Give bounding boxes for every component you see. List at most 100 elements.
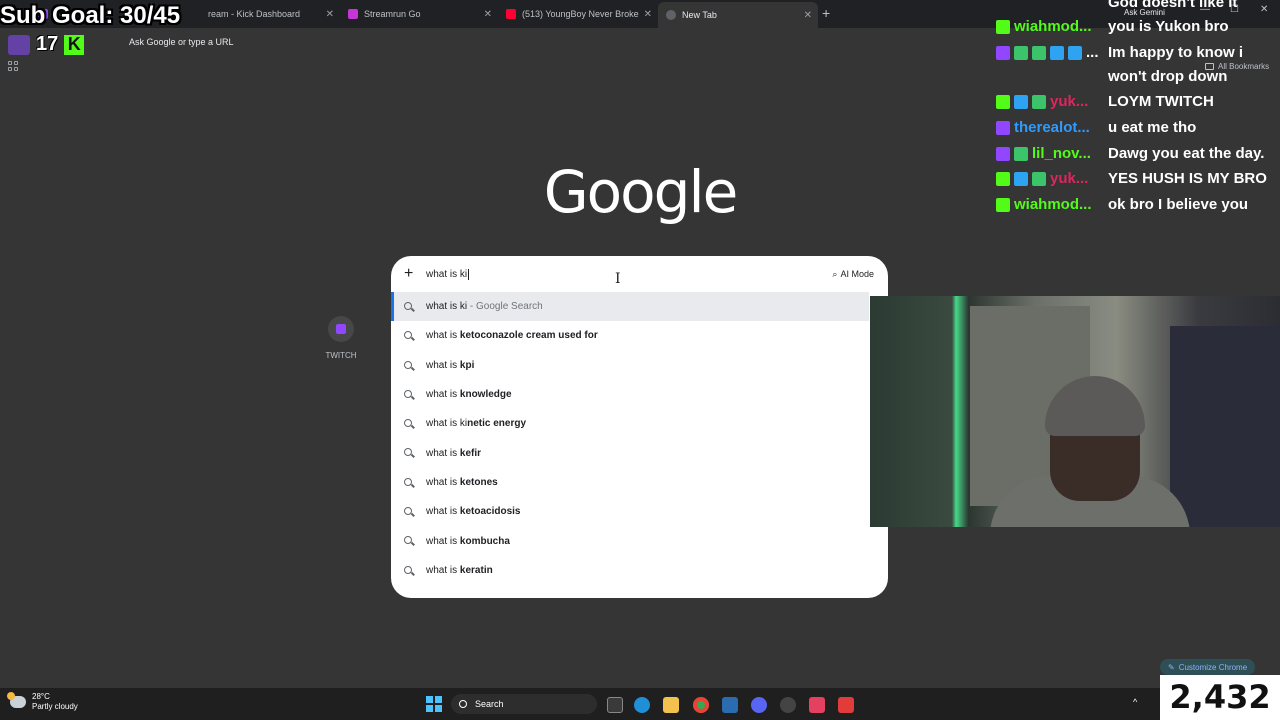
suggestion-item[interactable]: what is knowledge [391, 380, 888, 409]
chrome-icon [666, 10, 676, 20]
kick-badge-icon [996, 94, 1010, 109]
search-icon [404, 507, 412, 516]
twitch-badge-icon [996, 45, 1010, 60]
close-icon[interactable]: ✕ [484, 9, 492, 20]
tiktok-icon[interactable] [809, 697, 825, 713]
chat-line: yuk... [996, 93, 1096, 110]
emote-badge-icon [1068, 45, 1082, 60]
obs-icon[interactable] [722, 697, 738, 713]
emote-badge-icon [1014, 45, 1028, 60]
twitch-icon [328, 316, 354, 342]
chat-username: therealot... [1014, 119, 1090, 136]
streamrun-icon [348, 9, 358, 19]
tray-overflow-icon[interactable]: ^ [1133, 697, 1137, 707]
suggestion-item[interactable]: what is ketoconazole cream used for [391, 321, 888, 350]
search-icon [404, 331, 412, 340]
viewer-count: 2,432 [1160, 675, 1280, 720]
chat-username: wiahmod... [1014, 196, 1092, 213]
chat-message: ok bro I believe you [1108, 196, 1249, 213]
suggestion-item[interactable]: what is kpi [391, 351, 888, 380]
weather-temp: 28°C [32, 692, 50, 701]
taskbar-search[interactable]: Search [451, 694, 597, 714]
text-cursor-icon: I [615, 271, 621, 287]
chat-line: yuk... [996, 170, 1096, 187]
suggestion-item[interactable]: what is kombucha [391, 526, 888, 555]
customize-chrome-button[interactable]: ✎ Customize Chrome [1160, 659, 1256, 675]
chat-username: wiahmod... [1014, 18, 1092, 35]
ai-mode-button[interactable]: ⌕ AI Mode [826, 265, 880, 283]
sub-goal-overlay: Sub Goal: 30/45 [0, 2, 181, 29]
partly-cloudy-icon [7, 692, 26, 708]
close-icon[interactable]: ✕ [804, 10, 812, 21]
chat-line: therealot... [996, 119, 1098, 136]
tab-streamrun[interactable]: Streamrun Go ✕ [340, 4, 498, 24]
chat-message: won't drop down [1108, 68, 1228, 85]
apps-grid-icon[interactable] [8, 61, 18, 71]
twitch-badge-icon [996, 120, 1010, 135]
chat-username: ... [1086, 44, 1099, 61]
shortcut-label: TWITCH [325, 351, 357, 360]
webcam-feed [870, 296, 1280, 527]
youtube-icon [506, 9, 516, 19]
tab-kick-dashboard[interactable]: ream - Kick Dashboard ✕ [200, 4, 340, 24]
counter-value: 17 [36, 33, 59, 55]
edge-icon[interactable] [634, 697, 650, 713]
search-panel: + what is ki ⌕ AI Mode what is ki - Goog… [391, 256, 888, 598]
chat-username: lil_nov... [1032, 145, 1091, 162]
emote-badge-icon [1032, 94, 1046, 109]
emote-badge-icon [1014, 94, 1028, 109]
chat-message: YES HUSH IS MY BRO [1108, 170, 1267, 187]
windows-start-icon[interactable] [426, 696, 442, 712]
suggestion-item[interactable]: what is ketoacidosis [391, 497, 888, 526]
chat-message: Dawg you eat the day. [1108, 145, 1265, 162]
search-input[interactable]: what is ki [426, 269, 470, 280]
suggestion-item[interactable]: what is keratin [391, 556, 888, 585]
suggestion-item[interactable]: what is ketones [391, 468, 888, 497]
chat-line: wiahmod... [996, 18, 1100, 35]
search-icon [404, 302, 412, 310]
ai-search-icon: ⌕ [832, 268, 838, 279]
weather-desc: Partly cloudy [32, 702, 78, 711]
search-icon [404, 360, 412, 369]
weather-widget[interactable]: 28°C Partly cloudy [7, 692, 78, 712]
search-icon [404, 477, 412, 486]
window-close-button[interactable]: ✕ [1260, 4, 1268, 15]
chat-line: lil_nov... [996, 145, 1099, 162]
close-icon[interactable]: ✕ [326, 9, 334, 20]
suggestion-item[interactable]: what is ki - Google Search [391, 292, 869, 322]
discord-icon[interactable] [751, 697, 767, 713]
chrome-icon[interactable] [693, 697, 709, 713]
search-icon [459, 700, 467, 708]
chat-username: yuk... [1050, 170, 1089, 187]
file-explorer-icon[interactable] [663, 697, 679, 713]
suggestion-item[interactable]: what is kefir [391, 438, 888, 467]
overlay-counters: 17 K [8, 33, 85, 56]
sprout-badge-icon [1014, 146, 1028, 161]
search-icon [404, 536, 412, 545]
ask-gemini-button[interactable]: Ask Gemini [1124, 8, 1165, 17]
kick-badge-icon [996, 197, 1010, 212]
google-logo: Google [543, 158, 739, 226]
search-icon [404, 565, 412, 574]
omnibox[interactable]: Ask Google or type a URL [129, 37, 234, 47]
kick-icon: K [64, 34, 85, 55]
tab-youtube[interactable]: (513) YoungBoy Never Broke ✕ [498, 4, 658, 24]
streamlabs-icon[interactable] [838, 697, 854, 713]
suggestion-item[interactable]: what is kinetic energy [391, 409, 888, 438]
shortcut-twitch[interactable]: TWITCH [318, 316, 364, 360]
search-icon [404, 389, 412, 398]
kick-badge-icon [996, 19, 1010, 34]
search-box[interactable]: + what is ki ⌕ AI Mode [391, 256, 888, 292]
chat-message: u eat me tho [1108, 119, 1197, 136]
search-icon [404, 448, 412, 457]
chat-message: Im happy to know i [1108, 44, 1244, 61]
new-tab-button[interactable]: + [822, 5, 830, 21]
tab-new-tab[interactable]: New Tab ✕ [658, 2, 818, 28]
emote-badge-icon [1032, 171, 1046, 186]
emote-badge-icon [1014, 171, 1028, 186]
settings-icon[interactable] [780, 697, 796, 713]
task-view-icon[interactable] [607, 697, 623, 713]
close-icon[interactable]: ✕ [644, 9, 652, 20]
plus-icon[interactable]: + [404, 266, 413, 282]
chat-username: yuk... [1050, 93, 1089, 110]
